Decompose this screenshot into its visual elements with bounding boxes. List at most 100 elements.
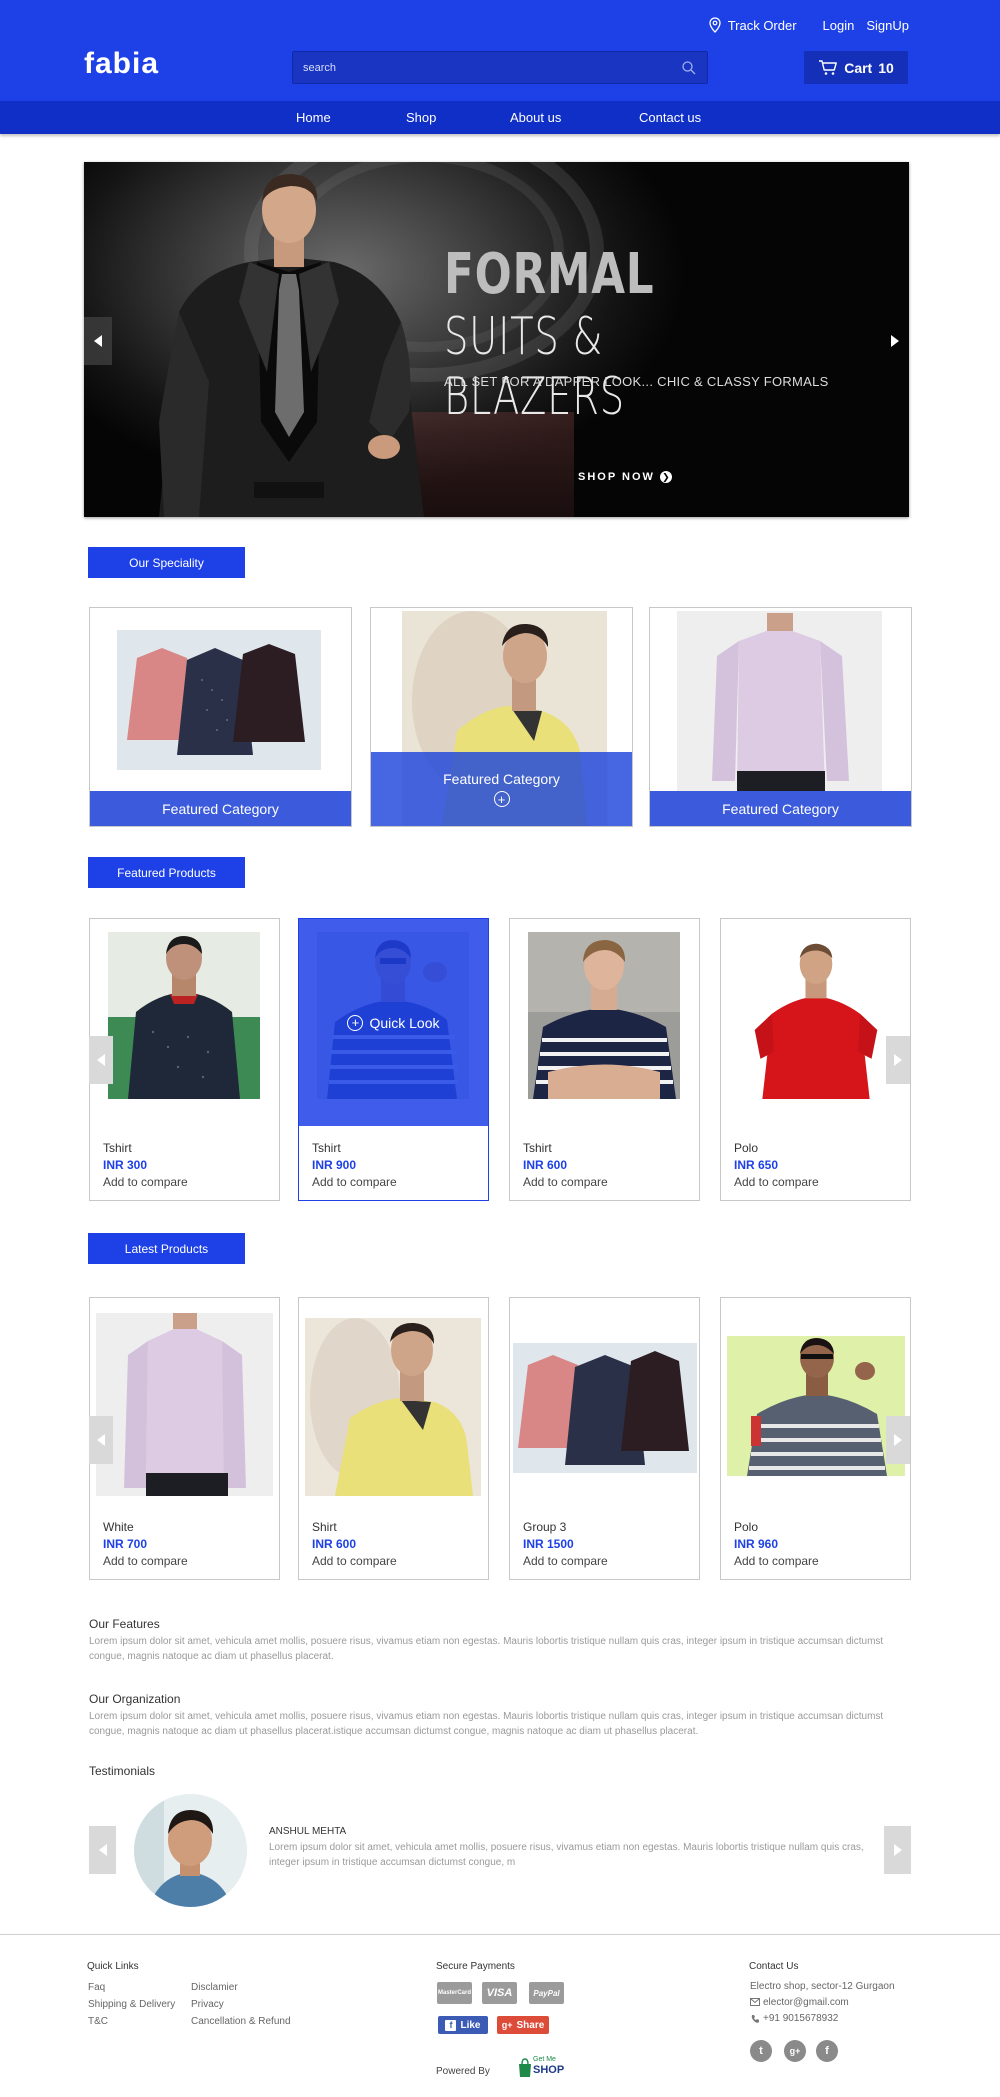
facebook-icon[interactable]: f bbox=[816, 2040, 838, 2062]
add-to-compare-link[interactable]: Add to compare bbox=[103, 1175, 188, 1189]
login-link[interactable]: Login bbox=[823, 18, 855, 33]
product-name: Polo bbox=[734, 1141, 759, 1155]
product-card[interactable]: Tshirt INR 600 Add to compare bbox=[509, 918, 700, 1201]
twitter-icon[interactable]: t bbox=[750, 2040, 772, 2062]
quick-links-heading: Quick Links bbox=[87, 1961, 139, 1972]
hero-prev-arrow[interactable] bbox=[84, 317, 112, 365]
hero-next-arrow[interactable] bbox=[881, 317, 909, 365]
chevron-right-icon bbox=[894, 1434, 902, 1446]
add-to-compare-link[interactable]: Add to compare bbox=[734, 1175, 819, 1189]
testimonial-next-arrow[interactable] bbox=[884, 1826, 911, 1874]
featured-prev-arrow[interactable] bbox=[89, 1036, 113, 1084]
search-icon[interactable] bbox=[681, 60, 697, 76]
search-box bbox=[292, 51, 708, 84]
location-pin-icon bbox=[709, 17, 721, 33]
product-card[interactable]: White INR 700 Add to compare bbox=[89, 1297, 280, 1580]
category-shirts-image bbox=[117, 630, 321, 770]
product-price: INR 960 bbox=[734, 1537, 779, 1551]
cart-icon bbox=[819, 59, 838, 75]
add-to-compare-link[interactable]: Add to compare bbox=[312, 1175, 397, 1189]
facebook-like-label: Like bbox=[460, 2019, 481, 2031]
product-card[interactable]: Tshirt INR 300 Add to compare bbox=[89, 918, 280, 1201]
footer-link-privacy[interactable]: Privacy bbox=[191, 1999, 224, 2010]
visa-logo: VISA bbox=[482, 1982, 517, 2004]
shopping-bag-icon bbox=[519, 2058, 531, 2077]
features-text: Lorem ipsum dolor sit amet, vehicula ame… bbox=[89, 1636, 884, 1662]
footer-link-cancellation[interactable]: Cancellation & Refund bbox=[191, 2016, 291, 2027]
latest-heading: Latest Products bbox=[88, 1233, 245, 1264]
product-price: INR 600 bbox=[312, 1537, 357, 1551]
footer-link-faq[interactable]: Faq bbox=[88, 1982, 105, 1993]
cart-label: Cart bbox=[844, 59, 873, 76]
product-name: Polo bbox=[734, 1520, 759, 1534]
product-card[interactable]: Polo INR 960 Add to compare bbox=[720, 1297, 911, 1580]
site-header: fabia Track Order Login SignUp Cart 10 bbox=[0, 0, 1000, 101]
plus-circle-icon: + bbox=[347, 1014, 364, 1031]
contact-phone[interactable]: +91 9015678932 bbox=[763, 2013, 838, 2024]
category-card[interactable]: Featured Category bbox=[89, 607, 352, 827]
latest-prev-arrow[interactable] bbox=[89, 1416, 113, 1464]
testimonial-name: ANSHUL MEHTA bbox=[269, 1826, 347, 1837]
product-card[interactable]: Polo INR 650 Add to compare bbox=[720, 918, 911, 1201]
signup-link[interactable]: SignUp bbox=[866, 18, 909, 33]
product-image bbox=[528, 932, 680, 1099]
nav-about[interactable]: About us bbox=[510, 110, 561, 125]
contact-email[interactable]: elector@gmail.com bbox=[763, 1997, 849, 2008]
product-card[interactable]: Group 3 INR 1500 Add to compare bbox=[509, 1297, 700, 1580]
product-card[interactable]: + Quick Look Tshirt INR 900 Add to compa… bbox=[298, 918, 489, 1201]
category-card[interactable]: Featured Category + bbox=[370, 607, 633, 827]
latest-next-arrow[interactable] bbox=[886, 1416, 910, 1464]
hero-title-line1: FORMAL bbox=[444, 242, 655, 307]
search-input[interactable] bbox=[303, 52, 663, 83]
product-image bbox=[513, 1343, 697, 1473]
quick-look-overlay[interactable]: + Quick Look bbox=[299, 919, 488, 1126]
product-card[interactable]: Shirt INR 600 Add to compare bbox=[298, 1297, 489, 1580]
product-price: INR 600 bbox=[523, 1158, 568, 1172]
nav-home[interactable]: Home bbox=[296, 110, 331, 125]
facebook-icon: f bbox=[445, 2019, 457, 2031]
product-price: INR 650 bbox=[734, 1158, 779, 1172]
product-image bbox=[108, 932, 260, 1099]
product-image bbox=[305, 1318, 481, 1496]
chevron-left-icon bbox=[97, 1434, 105, 1446]
track-order-link[interactable]: Track Order bbox=[728, 18, 797, 33]
category-label: Featured Category bbox=[650, 791, 911, 826]
footer-divider bbox=[0, 1934, 1000, 1935]
shop-now-link[interactable]: SHOP NOW ❯ bbox=[578, 471, 672, 483]
add-to-compare-link[interactable]: Add to compare bbox=[103, 1554, 188, 1568]
gplus-share-button[interactable]: g+ Share bbox=[497, 2016, 549, 2034]
add-to-compare-link[interactable]: Add to compare bbox=[312, 1554, 397, 1568]
product-price: INR 300 bbox=[103, 1158, 148, 1172]
shop-now-label: SHOP NOW bbox=[578, 471, 655, 483]
product-name: Shirt bbox=[312, 1520, 337, 1534]
footer-link-disclaimer[interactable]: Disclamier bbox=[191, 1982, 238, 1993]
footer-link-tc[interactable]: T&C bbox=[88, 2016, 108, 2027]
facebook-like-button[interactable]: f Like bbox=[438, 2016, 488, 2034]
add-to-compare-link[interactable]: Add to compare bbox=[523, 1175, 608, 1189]
gplus-share-label: Share bbox=[516, 2019, 545, 2031]
testimonial-prev-arrow[interactable] bbox=[89, 1826, 116, 1874]
product-name: Tshirt bbox=[523, 1141, 552, 1155]
cart-button[interactable]: Cart 10 bbox=[804, 51, 908, 84]
category-card[interactable]: Featured Category bbox=[649, 607, 912, 827]
chevron-left-icon bbox=[94, 335, 102, 347]
chevron-left-icon bbox=[98, 1844, 107, 1856]
plus-circle-icon: + bbox=[493, 791, 510, 807]
add-to-compare-link[interactable]: Add to compare bbox=[523, 1554, 608, 1568]
add-to-compare-link[interactable]: Add to compare bbox=[734, 1554, 819, 1568]
footer-link-shipping[interactable]: Shipping & Delivery bbox=[88, 1999, 175, 2010]
testimonials-heading: Testimonials bbox=[89, 1764, 156, 1778]
category-hover-overlay[interactable]: Featured Category + bbox=[371, 752, 632, 826]
nav-contact[interactable]: Contact us bbox=[639, 110, 701, 125]
nav-shop[interactable]: Shop bbox=[406, 110, 436, 125]
hero-banner[interactable]: FORMAL SUITS & BLAZERS ALL SET FOR A DAP… bbox=[84, 162, 909, 517]
arrow-right-circle-icon: ❯ bbox=[659, 471, 672, 483]
featured-heading: Featured Products bbox=[88, 857, 245, 888]
testimonial-text: Lorem ipsum dolor sit amet, vehicula ame… bbox=[269, 1842, 864, 1868]
featured-next-arrow[interactable] bbox=[886, 1036, 910, 1084]
product-name: Group 3 bbox=[523, 1520, 567, 1534]
google-plus-icon[interactable]: g+ bbox=[784, 2040, 806, 2062]
product-price: INR 1500 bbox=[523, 1537, 574, 1551]
site-logo[interactable]: fabia bbox=[84, 47, 159, 81]
product-price: INR 700 bbox=[103, 1537, 148, 1551]
